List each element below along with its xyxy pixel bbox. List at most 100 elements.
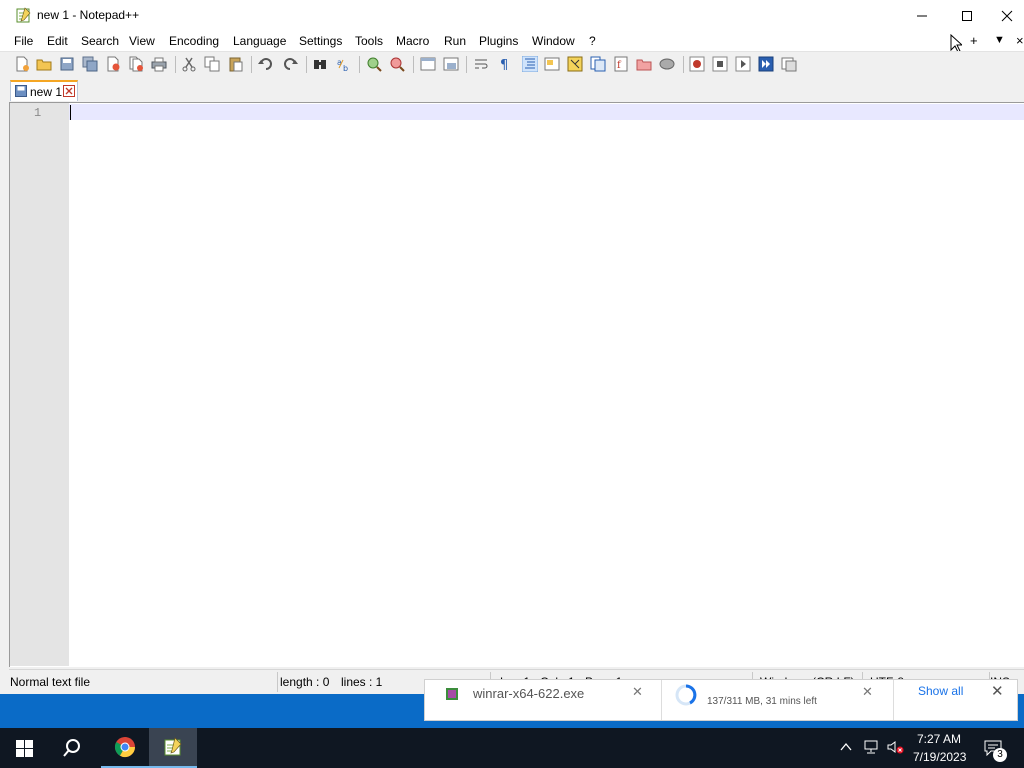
taskbar-notepadpp-app[interactable] xyxy=(149,728,197,768)
download-progress-text: 137/311 MB, 31 mins left xyxy=(707,696,817,707)
window-title: new 1 - Notepad++ xyxy=(37,8,140,22)
document-map-icon[interactable] xyxy=(567,56,583,72)
maximize-button[interactable] xyxy=(944,0,990,31)
menu-macro[interactable]: Macro xyxy=(396,34,429,48)
taskbar: 7:27 AM 7/19/2023 3 xyxy=(0,728,1024,768)
taskbar-chrome-app[interactable] xyxy=(101,728,149,768)
replace-icon[interactable]: ab xyxy=(336,56,352,72)
volume-muted-icon[interactable] xyxy=(886,739,904,755)
save-icon[interactable] xyxy=(59,56,75,72)
menu-edit[interactable]: Edit xyxy=(47,34,68,48)
play-macro-icon[interactable] xyxy=(735,56,751,72)
run-macro-multiple-icon[interactable] xyxy=(758,56,774,72)
close-document-button[interactable]: × xyxy=(1016,33,1024,48)
show-all-characters-icon[interactable]: ¶ xyxy=(497,56,513,72)
clock-time[interactable]: 7:27 AM xyxy=(917,732,961,746)
sync-vertical-scroll-icon[interactable] xyxy=(420,56,436,72)
menu-tools[interactable]: Tools xyxy=(355,34,383,48)
status-lines: lines : 1 xyxy=(341,675,383,689)
tab-new-1[interactable]: new 1 xyxy=(10,80,78,101)
zoom-out-icon[interactable] xyxy=(389,56,405,72)
toolbar-separator xyxy=(251,56,252,73)
stop-macro-icon[interactable] xyxy=(712,56,728,72)
tab-list-dropdown-button[interactable]: ▼ xyxy=(994,34,1005,46)
winrar-file-icon xyxy=(446,688,458,700)
menu-run[interactable]: Run xyxy=(444,34,466,48)
windows-start-icon xyxy=(15,739,33,757)
menu-file[interactable]: File xyxy=(14,34,33,48)
close-icon xyxy=(1001,10,1012,21)
paste-icon[interactable] xyxy=(228,56,244,72)
chrome-icon xyxy=(114,737,136,758)
tab-bar: new 1 xyxy=(0,75,1024,102)
document-list-icon[interactable] xyxy=(590,56,606,72)
text-caret xyxy=(70,105,71,120)
download-filename[interactable]: winrar-x64-622.exe xyxy=(473,686,584,701)
search-icon xyxy=(63,739,80,757)
save-macro-icon[interactable] xyxy=(781,56,797,72)
new-file-icon[interactable] xyxy=(14,56,30,72)
download-close-icon[interactable]: ✕ xyxy=(632,684,643,700)
action-center-button[interactable]: 3 xyxy=(978,728,1024,768)
toolbar-separator xyxy=(413,56,414,73)
print-icon[interactable] xyxy=(151,56,167,72)
menu-plugins[interactable]: Plugins xyxy=(479,34,518,48)
undo-icon[interactable] xyxy=(258,56,274,72)
close-window-button[interactable] xyxy=(989,0,1024,31)
show-all-downloads-button[interactable]: Show all xyxy=(918,684,963,698)
toolbar-separator xyxy=(359,56,360,73)
editor-area[interactable]: 1 xyxy=(9,102,1024,667)
zoom-in-icon[interactable] xyxy=(366,56,382,72)
indent-guide-icon[interactable] xyxy=(522,56,538,72)
menu-search[interactable]: Search xyxy=(81,34,119,48)
saved-file-icon xyxy=(15,85,27,97)
toolbar-separator xyxy=(306,56,307,73)
menu-view[interactable]: View xyxy=(129,34,155,48)
tab-label: new 1 xyxy=(30,85,63,99)
copy-icon[interactable] xyxy=(204,56,220,72)
close-download-bar-icon[interactable]: ✕ xyxy=(991,682,1004,700)
download-close-icon[interactable]: ✕ xyxy=(862,684,873,700)
toolbar-separator xyxy=(466,56,467,73)
show-hidden-icons-icon[interactable] xyxy=(840,742,852,752)
cut-icon[interactable] xyxy=(181,56,197,72)
open-file-icon[interactable] xyxy=(36,56,52,72)
minimize-button[interactable] xyxy=(899,0,945,31)
download-separator xyxy=(893,680,894,720)
notepadpp-window: new 1 - Notepad++ File Edit Search View … xyxy=(0,0,1024,694)
save-all-icon[interactable] xyxy=(82,56,98,72)
svg-text:¶: ¶ xyxy=(500,58,508,72)
toolbar: ab ¶ f xyxy=(0,51,1024,76)
svg-text:b: b xyxy=(343,64,348,72)
menu-help[interactable]: ? xyxy=(589,34,596,48)
find-icon[interactable] xyxy=(312,56,328,72)
status-length: length : 0 xyxy=(280,675,330,689)
menu-settings[interactable]: Settings xyxy=(299,34,342,48)
monitoring-icon[interactable] xyxy=(659,56,675,72)
clock-date[interactable]: 7/19/2023 xyxy=(913,750,966,764)
toolbar-separator xyxy=(683,56,684,73)
maximize-icon xyxy=(962,10,972,21)
network-icon[interactable] xyxy=(862,739,880,755)
folder-as-workspace-icon[interactable] xyxy=(636,56,652,72)
search-button[interactable] xyxy=(48,728,96,768)
user-defined-language-icon[interactable] xyxy=(544,56,560,72)
close-all-icon[interactable] xyxy=(128,56,144,72)
sync-horizontal-scroll-icon[interactable] xyxy=(443,56,459,72)
start-button[interactable] xyxy=(0,728,48,768)
function-list-icon[interactable]: f xyxy=(613,56,629,72)
menu-language[interactable]: Language xyxy=(233,34,286,48)
download-separator xyxy=(661,680,662,720)
line-number: 1 xyxy=(34,106,42,120)
status-file-type: Normal text file xyxy=(10,675,91,689)
close-tab-icon[interactable] xyxy=(63,85,75,97)
menu-encoding[interactable]: Encoding xyxy=(169,34,219,48)
menu-bar: File Edit Search View Encoding Language … xyxy=(0,31,1024,53)
close-file-icon[interactable] xyxy=(105,56,121,72)
word-wrap-icon[interactable] xyxy=(474,56,490,72)
new-tab-plus-button[interactable]: + xyxy=(970,33,978,48)
menu-window[interactable]: Window xyxy=(532,34,575,48)
record-macro-icon[interactable] xyxy=(689,56,705,72)
title-bar: new 1 - Notepad++ xyxy=(0,0,1024,31)
redo-icon[interactable] xyxy=(282,56,298,72)
